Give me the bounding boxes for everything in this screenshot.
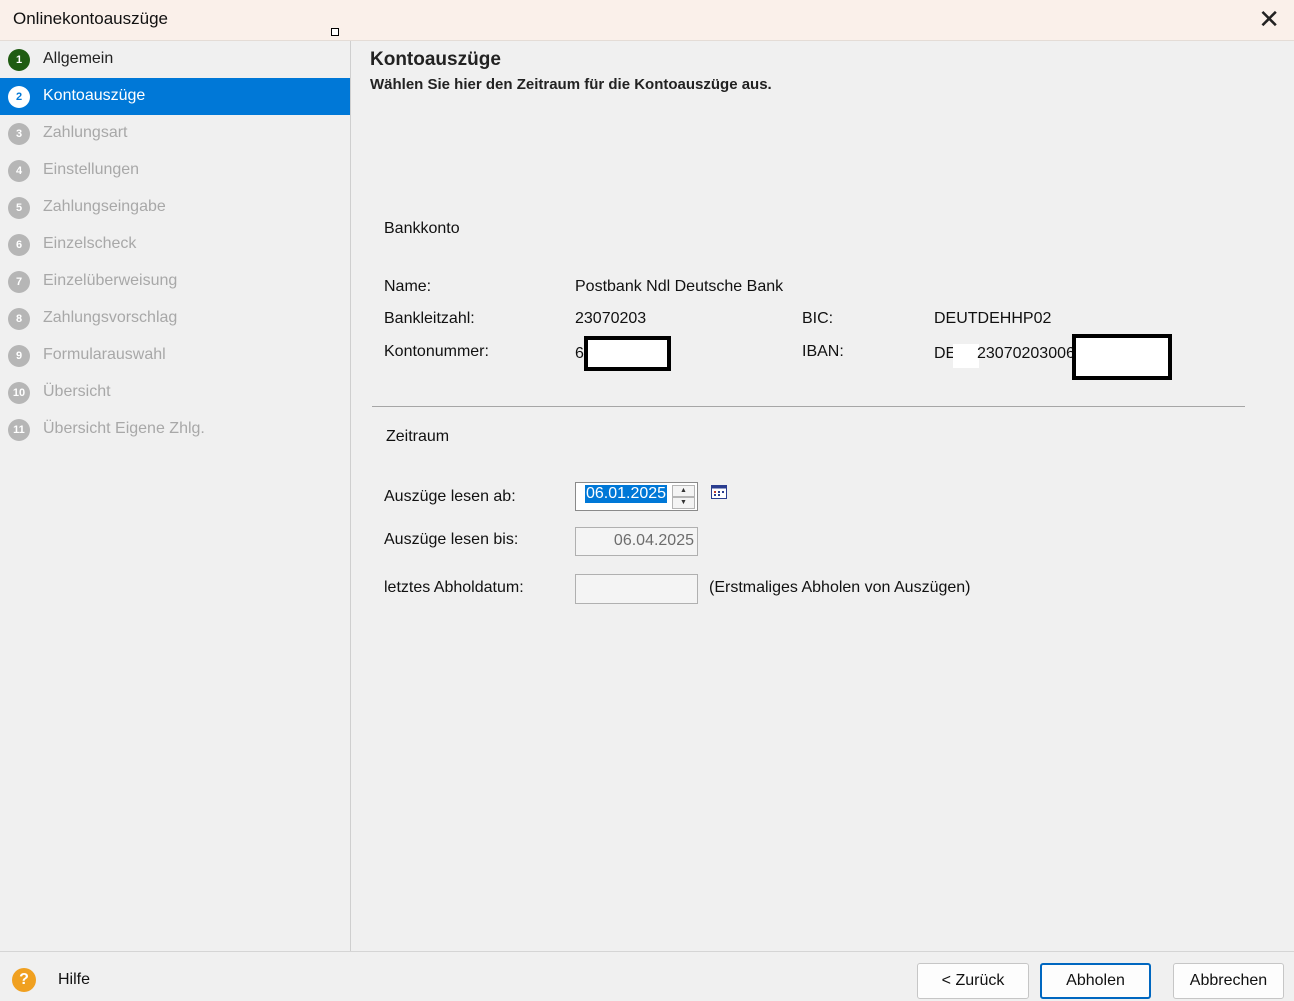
window-title: Onlinekontoauszüge: [13, 9, 169, 28]
main-panel: Kontoauszüge Wählen Sie hier den Zeitrau…: [351, 41, 1294, 951]
konto-label: Kontonummer:: [384, 343, 489, 360]
redaction-box: [1072, 334, 1172, 380]
step-label: Allgemein: [43, 50, 114, 67]
konto-value: 6: [575, 345, 584, 362]
resize-handle: [331, 28, 339, 36]
page-subtitle: Wählen Sie hier den Zeitraum für die Kon…: [370, 76, 772, 93]
name-label: Name:: [384, 278, 432, 295]
bank-section-heading: Bankkonto: [384, 220, 460, 237]
step-label: Kontoauszüge: [43, 87, 146, 104]
step-label: Zahlungsart: [43, 124, 128, 141]
step-label: Zahlungsvorschlag: [43, 309, 178, 326]
last-fetch-field: [575, 574, 698, 604]
step-label: Zahlungseingabe: [43, 198, 166, 215]
step-number-badge: 8: [8, 308, 30, 330]
last-fetch-note: (Erstmaliges Abholen von Auszügen): [709, 579, 971, 596]
step-label: Übersicht: [43, 383, 111, 400]
name-value: Postbank Ndl Deutsche Bank: [575, 278, 784, 295]
step-number-badge: 7: [8, 271, 30, 293]
step-label: Einzelüberweisung: [43, 272, 178, 289]
step-uebersicht-eigene-zhlg: 11 Übersicht Eigene Zhlg.: [0, 411, 350, 448]
from-date-value[interactable]: 06.01.2025: [585, 485, 668, 503]
step-uebersicht: 10 Übersicht: [0, 374, 350, 411]
dialog-footer: ? Hilfe < Zurück Abholen Abbrechen: [0, 951, 1294, 1001]
step-label: Formularauswahl: [43, 346, 166, 363]
step-kontoauszuege[interactable]: 2 Kontoauszüge: [0, 78, 350, 115]
spinner-up-icon[interactable]: ▲: [672, 485, 695, 497]
back-button[interactable]: < Zurück: [917, 963, 1029, 999]
from-date-label: Auszüge lesen ab:: [384, 488, 516, 505]
redaction-patch: [953, 344, 979, 368]
step-einstellungen: 4 Einstellungen: [0, 152, 350, 189]
step-number-badge: 4: [8, 160, 30, 182]
step-label: Übersicht Eigene Zhlg.: [43, 420, 205, 437]
step-number-badge: 6: [8, 234, 30, 256]
title-bar: Onlinekontoauszüge ✕: [0, 0, 1294, 41]
step-number-badge: 1: [8, 49, 30, 71]
bic-label: BIC:: [802, 310, 834, 327]
step-number-badge: 5: [8, 197, 30, 219]
fetch-button[interactable]: Abholen: [1040, 963, 1151, 999]
step-number-badge: 11: [8, 419, 30, 441]
step-zahlungsart: 3 Zahlungsart: [0, 115, 350, 152]
page-title: Kontoauszüge: [370, 49, 501, 70]
last-fetch-label: letztes Abholdatum:: [384, 579, 524, 596]
step-number-badge: 10: [8, 382, 30, 404]
period-section-heading: Zeitraum: [386, 428, 450, 445]
section-divider: [372, 406, 1245, 407]
to-date-label: Auszüge lesen bis:: [384, 531, 519, 548]
redaction-box: [584, 336, 671, 371]
step-label: Einzelscheck: [43, 235, 137, 252]
from-date-field[interactable]: 06.01.2025 ▲ ▼: [575, 482, 698, 511]
step-allgemein[interactable]: 1 Allgemein: [0, 41, 350, 78]
blz-label: Bankleitzahl:: [384, 310, 475, 327]
step-number-badge: 9: [8, 345, 30, 367]
blz-value: 23070203: [575, 310, 647, 327]
step-einzelueberweisung: 7 Einzelüberweisung: [0, 263, 350, 300]
help-icon[interactable]: ?: [12, 968, 36, 992]
step-number-badge: 2: [8, 86, 30, 108]
calendar-icon[interactable]: [711, 485, 727, 499]
spinner-down-icon[interactable]: ▼: [672, 497, 695, 509]
step-zahlungsvorschlag: 8 Zahlungsvorschlag: [0, 300, 350, 337]
step-number-badge: 3: [8, 123, 30, 145]
close-icon[interactable]: ✕: [1258, 4, 1280, 34]
cancel-button[interactable]: Abbrechen: [1173, 963, 1284, 999]
step-zahlungseingabe: 5 Zahlungseingabe: [0, 189, 350, 226]
help-link[interactable]: Hilfe: [58, 971, 90, 989]
step-formularauswahl: 9 Formularauswahl: [0, 337, 350, 374]
wizard-step-list: 1 Allgemein 2 Kontoauszüge 3 Zahlungsart…: [0, 41, 351, 951]
date-spinner[interactable]: ▲ ▼: [672, 485, 695, 509]
step-einzelscheck: 6 Einzelscheck: [0, 226, 350, 263]
step-label: Einstellungen: [43, 161, 140, 178]
bic-value: DEUTDEHHP02: [934, 310, 1052, 327]
iban-value: 23070203006: [977, 345, 1075, 362]
iban-label: IBAN:: [802, 343, 844, 360]
to-date-field: 06.04.2025: [575, 527, 698, 556]
